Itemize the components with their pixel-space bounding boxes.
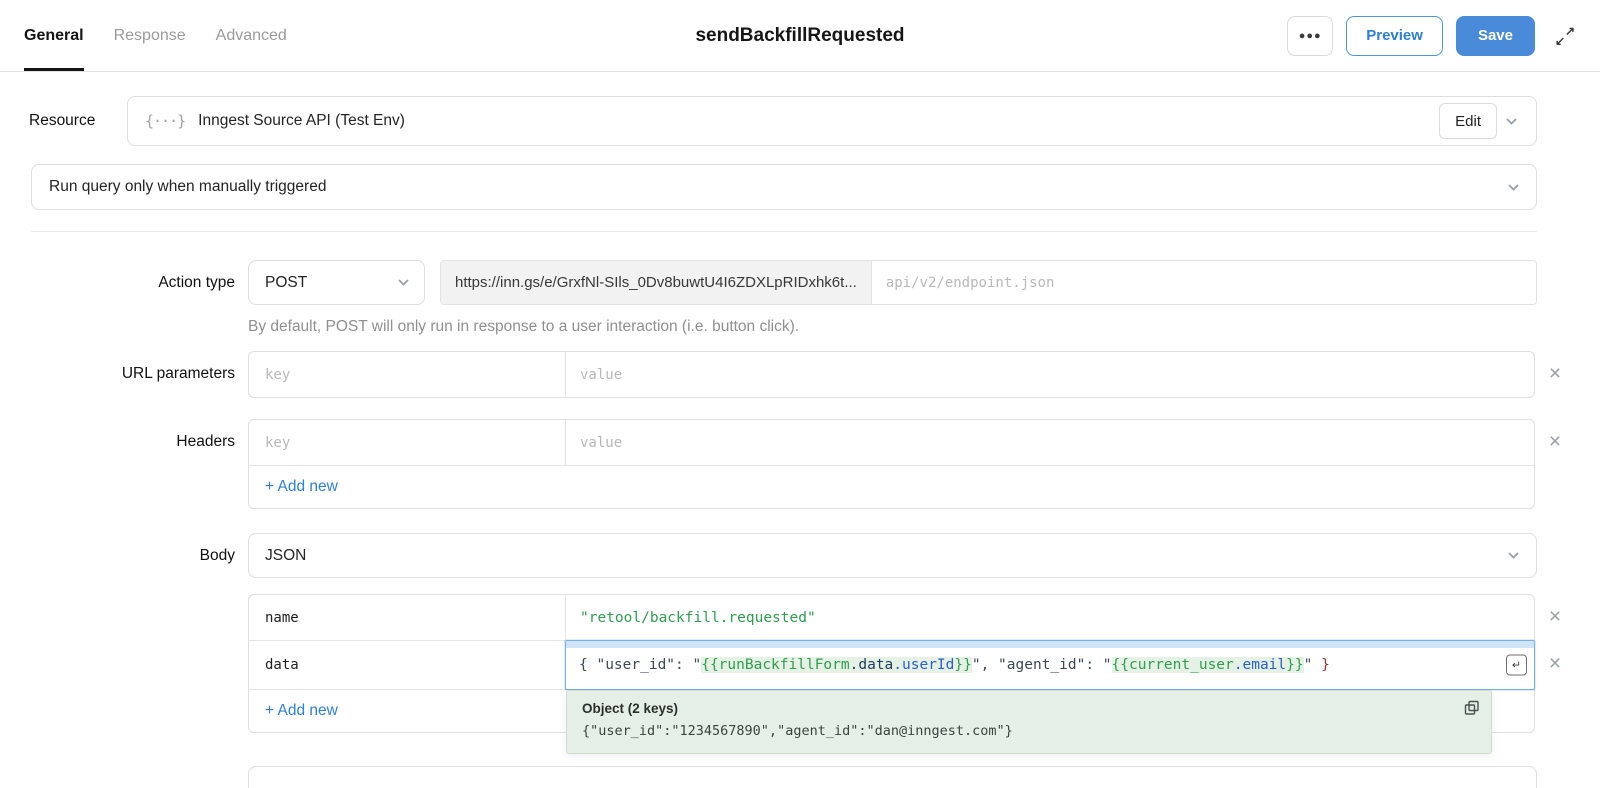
query-editor: General Response Advanced sendBackfillRe… [0,0,1600,788]
remove-row-icon[interactable]: × [1535,351,1575,396]
header-actions: ●●● Preview Save ↗ ↙ [1287,15,1576,56]
http-method-value: POST [265,273,308,291]
evaluation-title: Object (2 keys) [582,701,679,716]
save-button[interactable]: Save [1455,15,1535,56]
body-type-row: Body JSON [0,533,1537,578]
body-type-value: JSON [265,546,307,564]
resource-select[interactable]: {···} Inngest Source API (Test Env) Edit [127,96,1537,146]
url-param-key-input[interactable] [265,366,563,383]
body-key-name[interactable]: name [265,610,299,626]
resource-name: Inngest Source API (Test Env) [198,112,405,129]
braces-icon: {···} [145,112,186,130]
run-trigger-select[interactable]: Run query only when manually triggered [31,164,1537,210]
data-expression-input[interactable]: { "user_id": "{{runBackfillForm.data.use… [565,640,1535,690]
header-key-input[interactable] [265,434,563,451]
post-helper-text: By default, POST will only run in respon… [248,318,800,335]
section-divider [31,231,1537,232]
body-row-data: data { "user_id": "{{runBackfillForm.dat… [249,640,1535,690]
add-body-field-link[interactable]: + Add new [265,702,338,720]
tab-general[interactable]: General [24,0,84,71]
chevron-down-icon [398,279,409,286]
kv-row [249,420,1534,465]
http-method-select[interactable]: POST [248,260,425,305]
url-path-input[interactable] [871,261,1536,304]
query-header: General Response Advanced sendBackfillRe… [0,0,1600,72]
chevron-down-icon [1508,183,1519,191]
open-editor-icon[interactable]: ↵ [1506,654,1527,676]
action-type-label: Action type [158,273,235,291]
chevron-down-icon [1508,552,1519,559]
run-trigger-value: Run query only when manually triggered [49,178,327,195]
preview-button[interactable]: Preview [1346,15,1443,56]
resource-label: Resource [29,112,96,129]
headers-label: Headers [176,433,235,450]
url-parameters-label: URL parameters [121,365,235,382]
expand-icon[interactable]: ↗ ↙ [1554,25,1576,47]
resource-row: Resource {···} Inngest Source API (Test … [29,96,1537,146]
copy-icon[interactable] [1464,700,1480,716]
body-value-name[interactable]: "retool/backfill.requested" [580,610,816,626]
next-section-partial [248,766,1537,788]
header-value-input[interactable] [580,434,1520,451]
body-label: Body [199,546,235,564]
evaluation-tooltip: Object (2 keys) {"user_id":"1234567890",… [566,690,1492,754]
tab-bar: General Response Advanced [24,0,287,71]
headers-group: + Add new [248,419,1535,509]
tab-response[interactable]: Response [114,0,186,71]
url-base-prefix: https://inn.gs/e/GrxfNl-SIls_0Dv8buwtU4I… [441,261,872,304]
tab-advanced[interactable]: Advanced [216,0,287,71]
add-new-row: + Add new [249,465,1534,508]
chevron-down-icon [1506,117,1517,125]
remove-row-icon[interactable]: × [1535,419,1575,464]
body-key-data[interactable]: data [265,657,299,673]
url-parameters-row: URL parameters × [0,351,1575,398]
body-type-select[interactable]: JSON [248,533,1537,578]
data-expression: { "user_id": "{{runBackfillForm.data.use… [579,657,1330,673]
remove-row-icon[interactable]: × [1535,639,1575,688]
action-type-row: Action type POST https://inn.gs/e/GrxfNl… [0,260,1537,305]
url-parameters-group [248,351,1535,398]
url-field: https://inn.gs/e/GrxfNl-SIls_0Dv8buwtU4I… [440,260,1537,305]
url-param-value-input[interactable] [580,366,1520,383]
edit-resource-button[interactable]: Edit [1439,103,1497,139]
more-options-button[interactable]: ●●● [1287,15,1334,56]
kv-row [249,352,1534,397]
query-title: sendBackfillRequested [695,24,905,46]
headers-row: Headers + Add new × [0,419,1575,509]
evaluation-preview: {"user_id":"1234567890","agent_id":"dan@… [582,723,1013,739]
body-row-name: name "retool/backfill.requested" [249,595,1534,640]
add-header-link[interactable]: + Add new [265,478,338,496]
remove-row-icon[interactable]: × [1535,594,1575,639]
